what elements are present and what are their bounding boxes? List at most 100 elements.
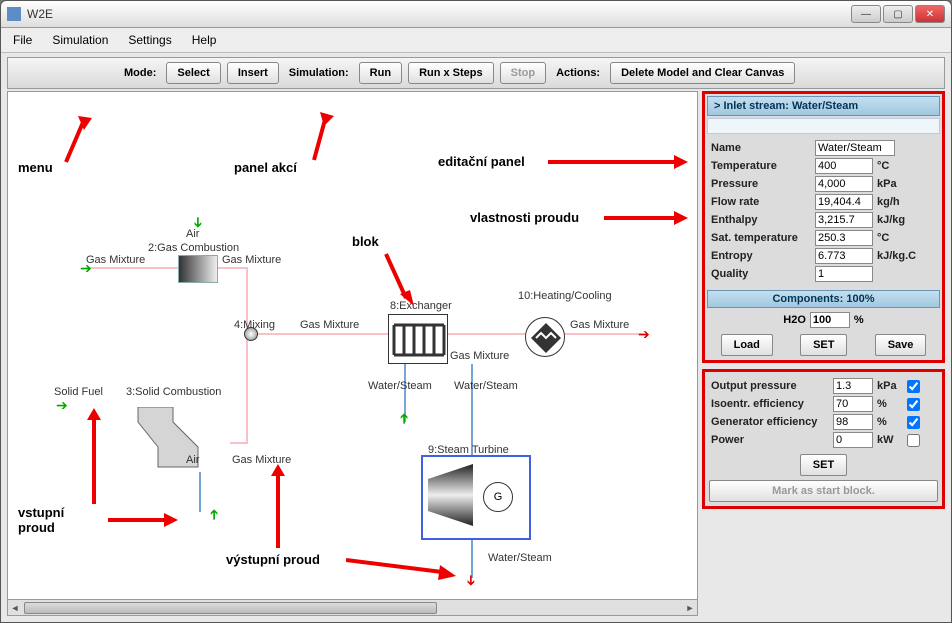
gen-eff-checkbox[interactable] [907,416,920,429]
titlebar: W2E — ▢ ✕ [1,1,951,28]
model-canvas[interactable]: ➔ ➔ ➔ ➔ ➔ ➔ ➔ [7,91,698,600]
label-water-steam: Water/Steam [488,552,552,564]
inlet-arrow-icon: ➔ [56,397,68,414]
label-gas-mixture: Gas Mixture [86,254,145,266]
menu-settings[interactable]: Settings [120,31,179,49]
label-water-steam: Water/Steam [368,380,432,392]
isoentr-eff-checkbox[interactable] [907,398,920,411]
pressure-input[interactable]: 4,000 [815,176,873,192]
power-checkbox[interactable] [907,434,920,447]
save-button[interactable]: Save [875,334,927,356]
pressure-label: Pressure [711,178,811,190]
block-heating-cooling[interactable] [525,317,565,357]
actions-label: Actions: [552,67,604,79]
canvas-container: ➔ ➔ ➔ ➔ ➔ ➔ ➔ [7,91,698,616]
enthalpy-input[interactable]: 3,215.7 [815,212,873,228]
annotation-vstupni-proud: vstupní proud [18,505,64,535]
block-steam-turbine[interactable] [428,464,483,529]
insert-button[interactable]: Insert [227,62,279,84]
block-properties-panel: Output pressure 1.3 kPa Isoentr. efficie… [702,369,945,509]
app-icon [7,7,21,21]
label-gas-mixture: Gas Mixture [570,319,629,331]
toolbar: Mode: Select Insert Simulation: Run Run … [7,57,945,89]
name-label: Name [711,142,811,154]
output-pressure-input[interactable]: 1.3 [833,378,873,394]
label-gas-combustion: 2:Gas Combustion [148,242,239,254]
power-input[interactable]: 0 [833,432,873,448]
isoentr-eff-unit: % [877,398,903,410]
sat-temp-label: Sat. temperature [711,232,811,244]
h2o-label: H2O [783,314,806,326]
h2o-unit: % [854,314,864,326]
horizontal-scrollbar[interactable]: ◄ ► [7,600,698,616]
sat-temp-input[interactable]: 250.3 [815,230,873,246]
label-steam-turbine: 9:Steam Turbine [428,444,509,456]
annotation-editacni-panel: editační panel [438,154,525,169]
menubar: File Simulation Settings Help [1,28,951,53]
entropy-input[interactable]: 6.773 [815,248,873,264]
set-stream-button[interactable]: SET [800,334,847,356]
annotation-vlastnosti-proudu: vlastnosti proudu [470,210,579,225]
annotation-blok: blok [352,234,379,249]
menu-help[interactable]: Help [184,31,225,49]
pressure-unit: kPa [877,178,913,190]
block-solid-combustion[interactable] [128,407,228,477]
simulation-label: Simulation: [285,67,353,79]
label-gas-mixture: Gas Mixture [450,350,509,362]
stream-sub-header [707,118,940,134]
scroll-left-icon[interactable]: ◄ [8,601,22,615]
main-area: ➔ ➔ ➔ ➔ ➔ ➔ ➔ [7,91,945,616]
delete-model-button[interactable]: Delete Model and Clear Canvas [610,62,795,84]
quality-input[interactable]: 1 [815,266,873,282]
flowrate-input[interactable]: 19,404.4 [815,194,873,210]
label-gas-mixture: Gas Mixture [222,254,281,266]
isoentr-eff-input[interactable]: 70 [833,396,873,412]
maximize-button[interactable]: ▢ [883,5,913,23]
label-gas-mixture: Gas Mixture [300,319,359,331]
app-window: W2E — ▢ ✕ File Simulation Settings Help … [0,0,952,623]
temperature-unit: °C [877,160,913,172]
isoentr-eff-label: Isoentr. efficiency [711,398,829,410]
menu-file[interactable]: File [5,31,40,49]
select-button[interactable]: Select [166,62,220,84]
minimize-button[interactable]: — [851,5,881,23]
components-header: Components: 100% [707,290,940,308]
menu-simulation[interactable]: Simulation [44,31,116,49]
enthalpy-label: Enthalpy [711,214,811,226]
set-block-button[interactable]: SET [800,454,847,476]
scroll-right-icon[interactable]: ► [683,601,697,615]
flowrate-label: Flow rate [711,196,811,208]
quality-label: Quality [711,268,811,280]
block-exchanger[interactable] [388,314,448,364]
inlet-arrow-icon: ➔ [205,509,222,521]
h2o-input[interactable]: 100 [810,312,850,328]
load-button[interactable]: Load [721,334,773,356]
temperature-input[interactable]: 400 [815,158,873,174]
label-mixing: 4:Mixing [234,319,275,331]
outlet-arrow-icon: ➔ [462,575,479,587]
sat-temp-unit: °C [877,232,913,244]
inlet-arrow-icon: ➔ [189,217,206,229]
gen-eff-input[interactable]: 98 [833,414,873,430]
run-x-steps-button[interactable]: Run x Steps [408,62,494,84]
stream-panel-header: > Inlet stream: Water/Steam [707,96,940,116]
label-water-steam: Water/Steam [454,380,518,392]
outlet-arrow-icon: ➔ [638,326,650,343]
close-button[interactable]: ✕ [915,5,945,23]
generator-icon: G [483,482,513,512]
entropy-label: Entropy [711,250,811,262]
inlet-arrow-icon: ➔ [395,413,412,425]
gen-eff-unit: % [877,416,903,428]
output-pressure-checkbox[interactable] [907,380,920,393]
run-button[interactable]: Run [359,62,402,84]
flowrate-unit: kg/h [877,196,913,208]
label-solid-combustion: 3:Solid Combustion [126,386,221,398]
stop-button[interactable]: Stop [500,62,546,84]
name-input[interactable]: Water/Steam [815,140,895,156]
scroll-thumb[interactable] [24,602,437,614]
block-gas-combustion[interactable] [178,255,218,283]
gen-eff-label: Generator efficiency [711,416,829,428]
stream-properties-panel: > Inlet stream: Water/Steam Name Water/S… [702,91,945,363]
properties-sidebar: > Inlet stream: Water/Steam Name Water/S… [702,91,945,616]
mark-start-block-button[interactable]: Mark as start block. [709,480,938,502]
